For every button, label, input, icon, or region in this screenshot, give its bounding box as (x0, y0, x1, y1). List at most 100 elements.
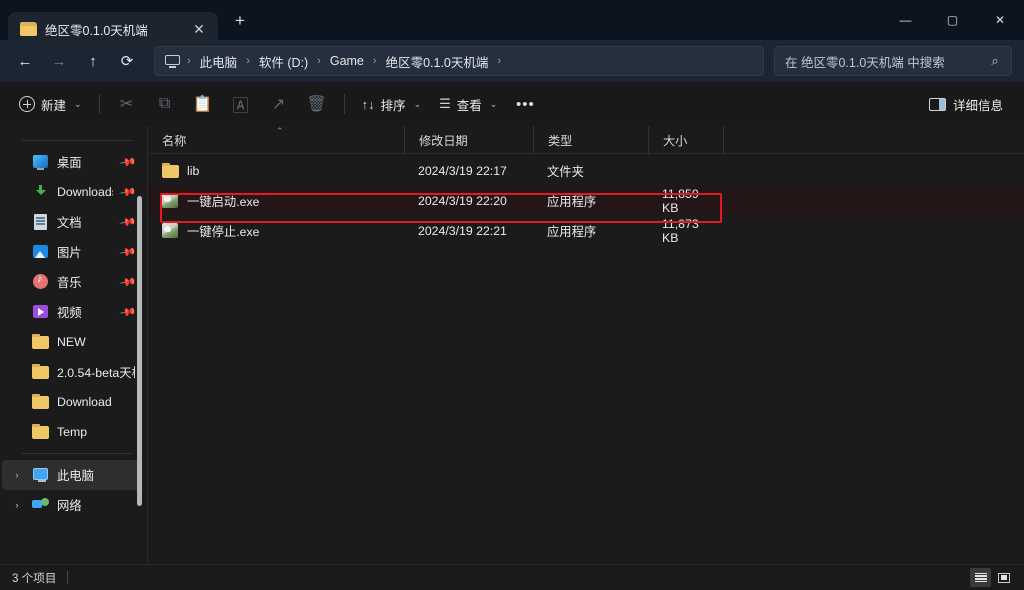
table-row[interactable]: 一键停止.exe 2024/3/19 22:21 应用程序 11,873 KB (148, 216, 1024, 246)
view-button[interactable]: ☰ 查看 ⌄ (430, 88, 506, 120)
monitor-icon (165, 54, 180, 68)
expand-chevron-icon[interactable]: › (10, 500, 24, 510)
pin-icon[interactable]: 📌 (119, 273, 138, 292)
breadcrumb-separator[interactable]: › (185, 55, 193, 67)
details-view-button[interactable] (970, 568, 991, 587)
sidebar-item-label: Download (57, 395, 112, 409)
expand-chevron-icon: › (10, 427, 24, 437)
pin-icon[interactable]: 📌 (119, 213, 138, 232)
sort-button[interactable]: ↑↓ 排序 ⌄ (353, 88, 431, 120)
file-date-cell: 2024/3/19 22:17 (418, 164, 507, 178)
file-name-cell[interactable]: lib (148, 156, 404, 186)
sidebar-item-label: 音乐 (57, 276, 82, 290)
new-tab-button[interactable]: + (224, 6, 256, 36)
sidebar-item-downloads[interactable]: › Downloads 📌 (2, 177, 141, 207)
share-button[interactable]: ↗ (260, 88, 298, 120)
search-input[interactable]: 在 绝区零0.1.0天机端 中搜索 (785, 52, 987, 71)
sort-button-label: 排序 (380, 98, 406, 113)
pin-icon[interactable]: 📌 (119, 303, 138, 322)
breadcrumb-separator[interactable]: › (495, 55, 503, 67)
file-name-cell[interactable]: 一键停止.exe (148, 216, 404, 246)
sidebar-item-label: 网络 (57, 499, 82, 513)
cut-button[interactable]: ✂ (108, 88, 146, 120)
sidebar-item-label: 图片 (57, 246, 82, 260)
file-type-cell: 文件夹 (547, 165, 584, 179)
sidebar-item-label: 视频 (57, 306, 82, 320)
table-row[interactable]: 一键启动.exe 2024/3/19 22:20 应用程序 11,859 KB (148, 186, 1024, 216)
plus-circle-icon (19, 96, 35, 112)
expand-chevron-icon: › (10, 187, 24, 197)
column-header-name[interactable]: 名称 (148, 126, 404, 154)
documents-icon (32, 214, 49, 230)
breadcrumb-item-game[interactable]: Game (324, 51, 370, 71)
copy-button[interactable]: ⧉ (146, 88, 184, 120)
new-button-label: 新建 (41, 98, 67, 113)
exe-icon (162, 223, 179, 239)
search-box[interactable]: 在 绝区零0.1.0天机端 中搜索 ⌕ (774, 46, 1012, 76)
close-window-button[interactable]: ✕ (976, 0, 1024, 40)
sidebar-item-music[interactable]: › 音乐 📌 (2, 267, 141, 297)
sidebar-item-documents[interactable]: › 文档 📌 (2, 207, 141, 237)
close-tab-icon[interactable]: ✕ (186, 16, 212, 42)
breadcrumb-item-this-pc[interactable]: 此电脑 (194, 49, 244, 74)
new-button[interactable]: 新建 ⌄ (10, 88, 91, 120)
back-button[interactable]: ← (8, 45, 42, 77)
sidebar-item-desktop[interactable]: › 桌面 📌 (2, 147, 141, 177)
delete-button[interactable]: 🗑 (298, 88, 336, 120)
minimize-button[interactable]: — (882, 0, 929, 40)
sidebar-item-new[interactable]: › NEW (2, 327, 141, 357)
details-pane-button[interactable]: 详细信息 (920, 88, 1012, 120)
sidebar-item-pictures[interactable]: › 图片 📌 (2, 237, 141, 267)
search-icon[interactable]: ⌕ (987, 53, 1003, 69)
window-controls: — ▢ ✕ (882, 0, 1024, 40)
column-header-end-divider (723, 125, 724, 154)
sidebar-item-videos[interactable]: › 视频 📌 (2, 297, 141, 327)
file-date-cell: 2024/3/19 22:21 (418, 224, 507, 238)
network-icon (32, 497, 49, 513)
breadcrumb-item-current[interactable]: 绝区零0.1.0天机端 (380, 49, 495, 74)
tile-view-icon (997, 572, 1010, 583)
sidebar-item-temp[interactable]: › Temp (2, 417, 141, 447)
breadcrumb-separator[interactable]: › (244, 55, 252, 67)
sidebar-item-beta-folder[interactable]: › 2.0.54-beta天机 (2, 357, 141, 387)
file-rows: lib 2024/3/19 22:17 文件夹 一键启动.exe 2024/3/… (148, 154, 1024, 246)
status-divider (67, 571, 69, 584)
expand-chevron-icon[interactable]: › (10, 470, 24, 480)
sidebar-item-label: Temp (57, 425, 88, 439)
file-size-cell (648, 156, 723, 186)
videos-icon (32, 304, 49, 320)
sidebar-item-this-pc[interactable]: › 此电脑 (2, 460, 141, 490)
pin-icon[interactable]: 📌 (119, 153, 138, 172)
file-size-cell: 11,859 KB (662, 187, 699, 215)
sort-icon: ↑↓ (361, 96, 375, 112)
tab-current-folder[interactable]: 绝区零0.1.0天机端 ✕ (8, 12, 218, 46)
more-options-button[interactable]: ••• (506, 88, 544, 120)
pin-icon[interactable]: 📌 (119, 243, 138, 262)
details-pane-icon (928, 97, 946, 111)
maximize-button[interactable]: ▢ (929, 0, 976, 40)
pin-icon[interactable]: 📌 (119, 183, 138, 202)
tab-strip: 绝区零0.1.0天机端 ✕ + (0, 0, 256, 46)
column-header-size[interactable]: 大小 (648, 125, 723, 154)
sidebar-item-download[interactable]: › Download (2, 387, 141, 417)
rename-button[interactable]: 🄰 (222, 88, 260, 120)
sidebar-item-network[interactable]: › 网络 (2, 490, 141, 520)
up-button[interactable]: ↑ (76, 45, 110, 77)
explorer-body: › 桌面 📌 › Downloads 📌 › 文档 📌 › 图片 (0, 125, 1024, 590)
sidebar-scrollbar[interactable] (137, 196, 142, 506)
refresh-button[interactable]: ⟳ (110, 45, 144, 77)
column-header-date[interactable]: 修改日期 (404, 125, 533, 154)
paste-button[interactable]: 📋 (184, 88, 222, 120)
forward-button[interactable]: → (42, 45, 76, 77)
desktop-icon (32, 154, 49, 170)
sidebar-item-label: Downloads (57, 185, 113, 199)
file-name-cell[interactable]: 一键启动.exe (148, 186, 404, 216)
table-row[interactable]: lib 2024/3/19 22:17 文件夹 (148, 156, 1024, 186)
column-header-type[interactable]: 类型 (533, 125, 648, 154)
title-bar: 绝区零0.1.0天机端 ✕ + — ▢ ✕ (0, 0, 1024, 46)
breadcrumb[interactable]: › 此电脑 › 软件 (D:) › Game › 绝区零0.1.0天机端 › (154, 46, 764, 76)
large-icons-view-button[interactable] (993, 568, 1014, 587)
breadcrumb-item-drive-d[interactable]: 软件 (D:) (253, 49, 314, 74)
breadcrumb-separator[interactable]: › (371, 55, 379, 67)
breadcrumb-separator[interactable]: › (315, 55, 323, 67)
